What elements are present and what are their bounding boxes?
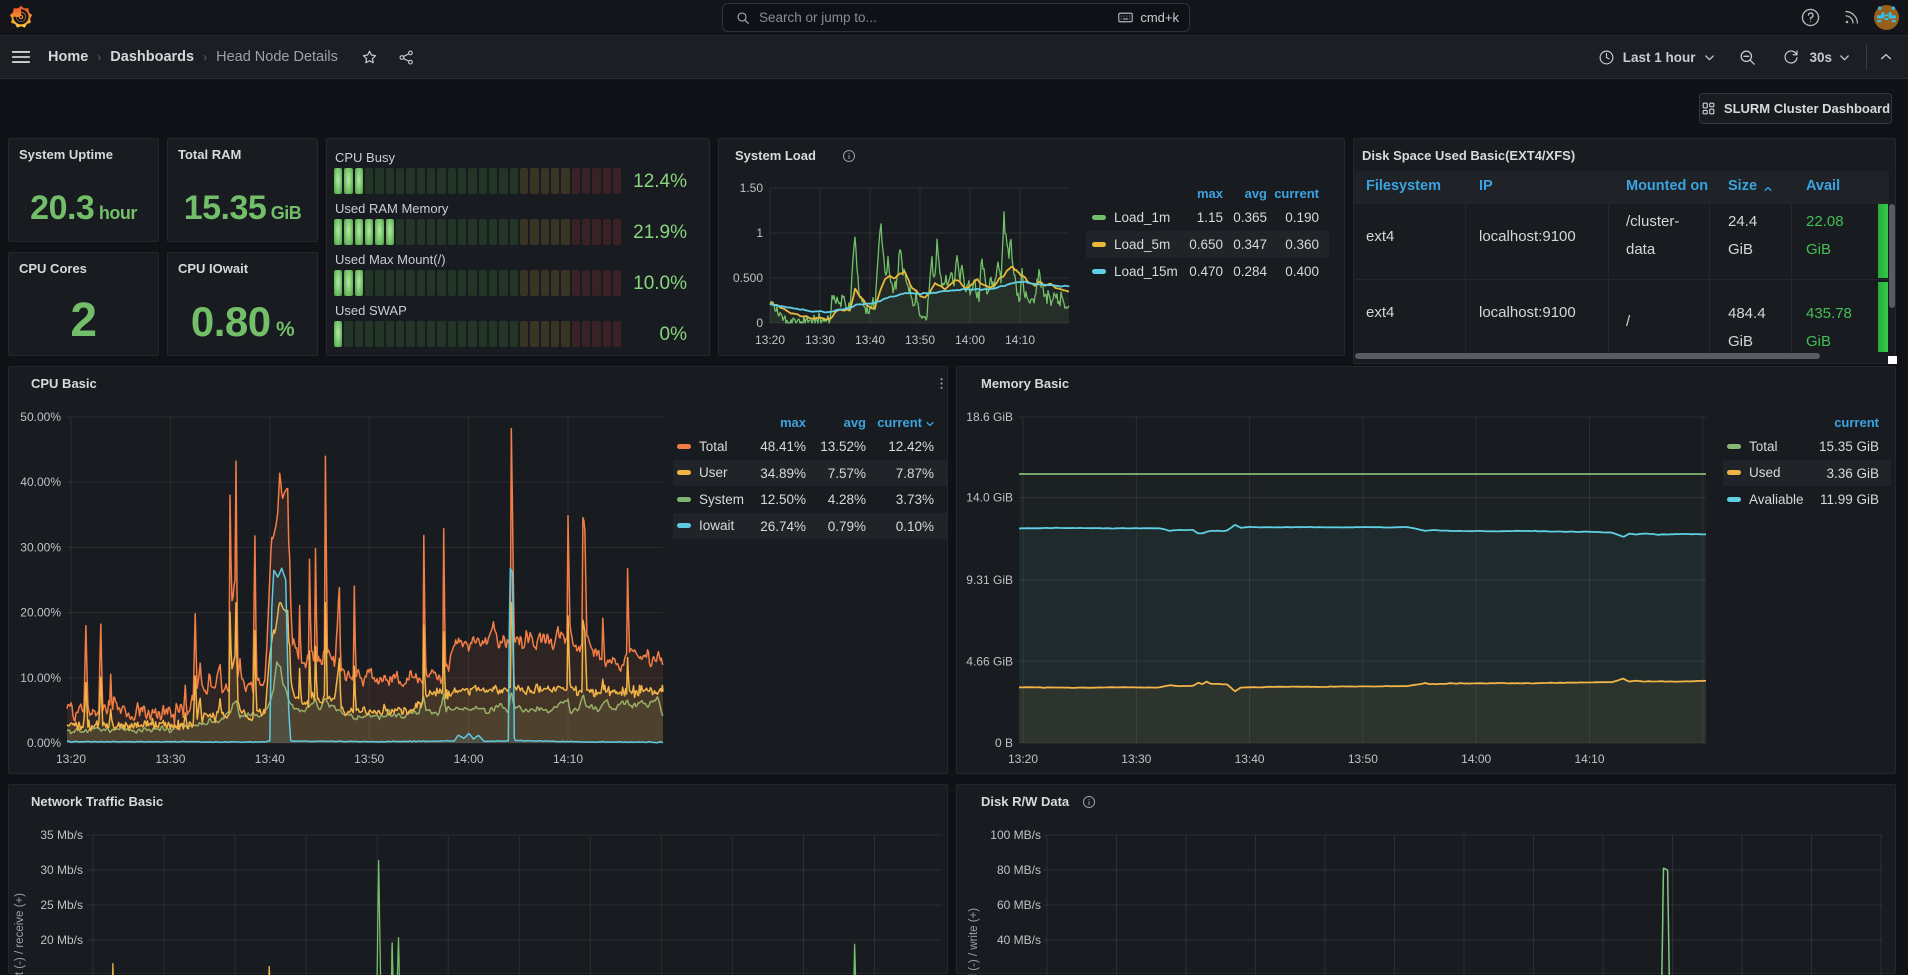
svg-text:14:10: 14:10: [1005, 333, 1035, 347]
svg-text:13:40: 13:40: [855, 333, 885, 347]
svg-text:13:30: 13:30: [1121, 752, 1151, 766]
svg-text:9.31 GiB: 9.31 GiB: [966, 573, 1013, 587]
svg-text:13:50: 13:50: [354, 752, 384, 766]
svg-text:14:10: 14:10: [553, 752, 583, 766]
svg-text:18.6 GiB: 18.6 GiB: [966, 410, 1013, 424]
svg-text:1: 1: [756, 226, 763, 240]
svg-text:13:40: 13:40: [1235, 752, 1265, 766]
svg-text:13:20: 13:20: [755, 333, 785, 347]
svg-text:50.00%: 50.00%: [20, 410, 61, 424]
svg-text:0 B: 0 B: [995, 736, 1013, 750]
svg-text:4.66 GiB: 4.66 GiB: [966, 654, 1013, 668]
svg-text:0: 0: [756, 316, 763, 330]
svg-text:13:30: 13:30: [805, 333, 835, 347]
svg-text:40 MB/s: 40 MB/s: [997, 933, 1041, 947]
svg-text:14:00: 14:00: [955, 333, 985, 347]
svg-text:0.00%: 0.00%: [27, 736, 61, 750]
svg-text:80 MB/s: 80 MB/s: [997, 863, 1041, 877]
svg-text:14.0 GiB: 14.0 GiB: [966, 491, 1013, 505]
svg-text:30 Mb/s: 30 Mb/s: [40, 863, 83, 877]
svg-text:14:00: 14:00: [454, 752, 484, 766]
svg-text:20.00%: 20.00%: [20, 606, 61, 620]
svg-text:35 Mb/s: 35 Mb/s: [40, 828, 83, 842]
svg-text:13:50: 13:50: [905, 333, 935, 347]
svg-text:14:10: 14:10: [1574, 752, 1604, 766]
svg-text:0.500: 0.500: [733, 271, 763, 285]
svg-text:1.50: 1.50: [740, 181, 764, 195]
svg-text:read (-) / write (+): read (-) / write (+): [968, 908, 980, 975]
svg-text:13:20: 13:20: [1008, 752, 1038, 766]
svg-text:14:00: 14:00: [1461, 752, 1491, 766]
svg-text:10.00%: 10.00%: [20, 671, 61, 685]
svg-text:30.00%: 30.00%: [20, 540, 61, 554]
svg-text:20 Mb/s: 20 Mb/s: [40, 933, 83, 947]
svg-text:60 MB/s: 60 MB/s: [997, 898, 1041, 912]
svg-text:smit (-) / receive (+): smit (-) / receive (+): [14, 893, 26, 975]
svg-text:13:30: 13:30: [155, 752, 185, 766]
svg-text:25 Mb/s: 25 Mb/s: [40, 898, 83, 912]
svg-text:40.00%: 40.00%: [20, 475, 61, 489]
svg-text:13:50: 13:50: [1348, 752, 1378, 766]
svg-text:13:40: 13:40: [255, 752, 285, 766]
svg-text:13:20: 13:20: [56, 752, 86, 766]
svg-text:100 MB/s: 100 MB/s: [990, 828, 1041, 842]
